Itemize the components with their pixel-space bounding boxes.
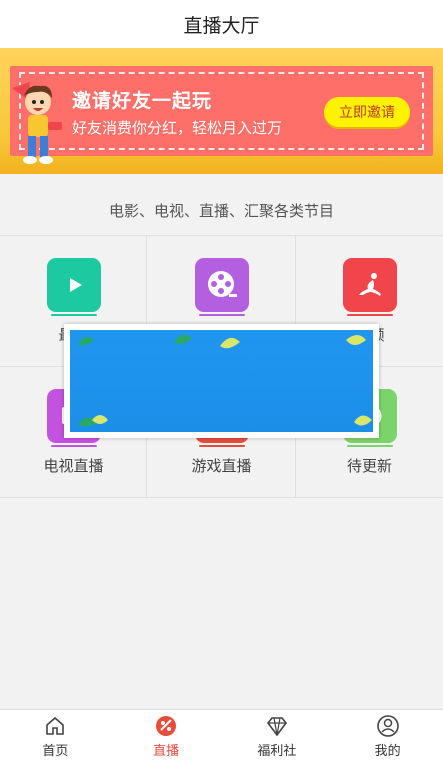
mascot-illustration	[12, 82, 62, 164]
item-underline	[199, 445, 245, 447]
banner-subtitle: 好友消费你分红，轻松月入过万	[72, 119, 283, 137]
tab-home[interactable]: 首页	[0, 710, 111, 762]
film-reel-icon	[195, 258, 249, 312]
tab-label: 首页	[42, 744, 69, 759]
item-underline	[347, 314, 393, 316]
popup-ad-overlay[interactable]	[64, 324, 379, 438]
home-icon	[46, 716, 65, 735]
header: 直播大厅	[0, 0, 443, 49]
page-title: 直播大厅	[183, 14, 260, 37]
grid-item-label: 游戏直播	[191, 457, 252, 475]
invite-button[interactable]: 立即邀请	[324, 97, 410, 127]
tab-label: 福利社	[257, 744, 297, 759]
banner-title: 邀请好友一起玩	[72, 90, 213, 112]
play-icon	[47, 258, 101, 312]
section-subtitle: 电影、电视、直播、汇聚各类节目	[108, 202, 334, 220]
tab-label: 直播	[153, 744, 180, 759]
popup-ad-image	[70, 330, 373, 432]
item-underline	[199, 314, 245, 316]
grid-item-label: 电视直播	[43, 457, 104, 475]
tab-mine[interactable]: 我的	[332, 710, 443, 762]
dancer-icon	[343, 258, 397, 312]
item-underline	[51, 445, 97, 447]
item-underline	[347, 445, 393, 447]
user-icon	[376, 715, 399, 737]
live-icon	[156, 716, 177, 736]
bottom-tabbar: 首页 直播 福利社 我的	[0, 709, 443, 762]
item-underline	[51, 314, 97, 316]
diamond-icon	[266, 717, 287, 737]
tab-welfare[interactable]: 福利社	[222, 710, 333, 762]
tab-label: 我的	[374, 744, 401, 759]
invite-banner[interactable]: 邀请好友一起玩 好友消费你分红，轻松月入过万 立即邀请	[0, 48, 443, 174]
tab-live[interactable]: 直播	[111, 710, 222, 762]
grid-item-label: 待更新	[346, 457, 392, 475]
